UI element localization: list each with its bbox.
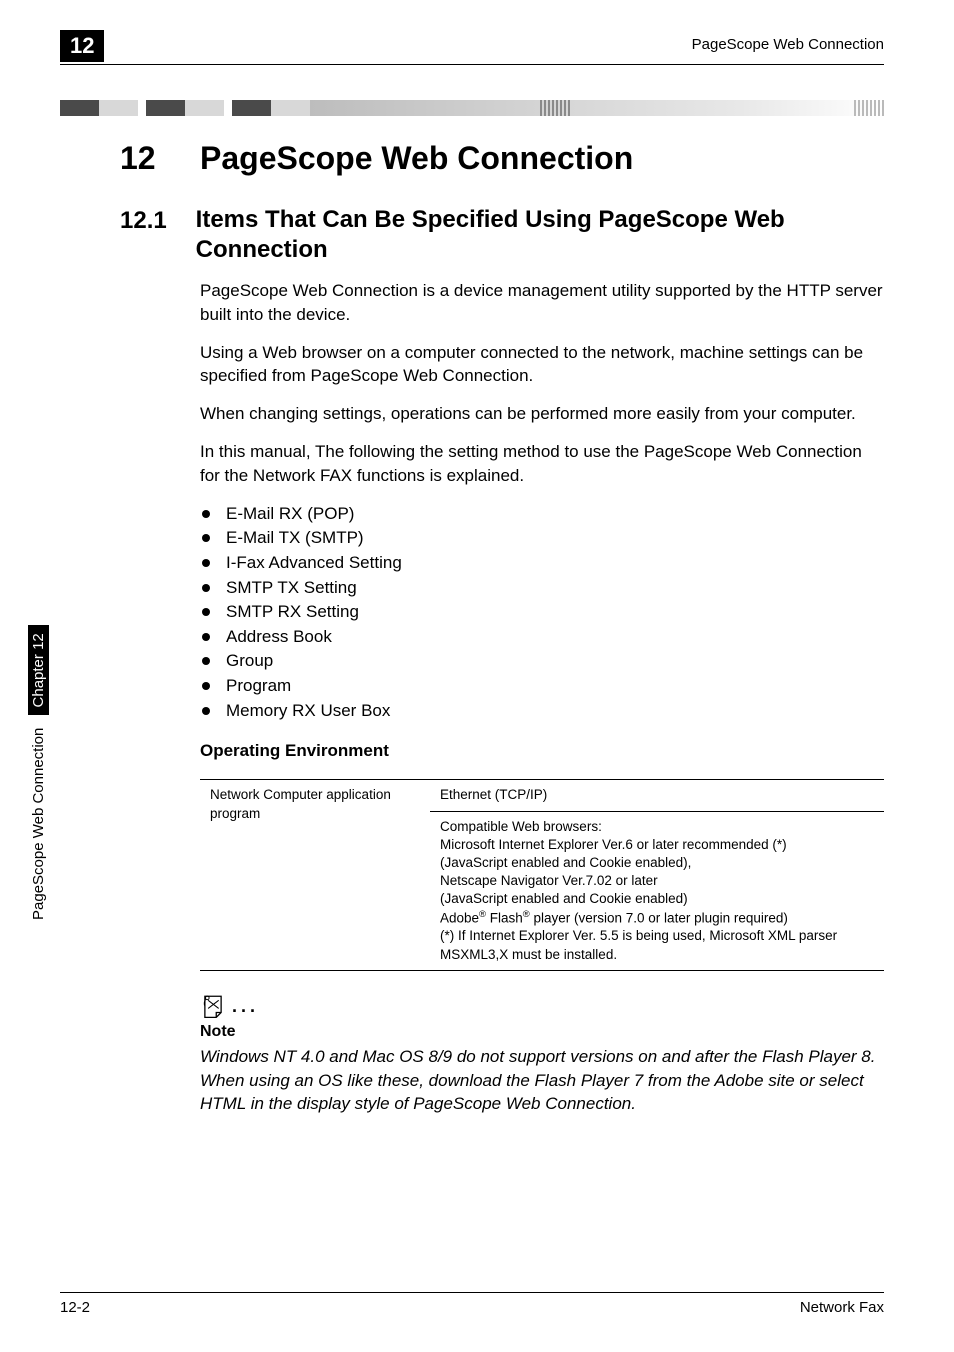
heading1-number: 12 bbox=[120, 140, 200, 177]
footer-doc: Network Fax bbox=[800, 1299, 884, 1316]
side-label-chapter: Chapter 12 bbox=[28, 625, 49, 715]
environment-table: Network Computer application program Eth… bbox=[200, 779, 884, 970]
list-item: Address Book bbox=[200, 625, 884, 650]
list-item: Group bbox=[200, 649, 884, 674]
list-item: SMTP TX Setting bbox=[200, 576, 884, 601]
note-body: Windows NT 4.0 and Mac OS 8/9 do not sup… bbox=[200, 1045, 884, 1116]
table-cell-left: Network Computer application program bbox=[200, 780, 430, 970]
paragraph: Using a Web browser on a computer connec… bbox=[200, 341, 884, 389]
list-item: Program bbox=[200, 674, 884, 699]
paragraph: When changing settings, operations can b… bbox=[200, 402, 884, 426]
note-block: ... Note Windows NT 4.0 and Mac OS 8/9 d… bbox=[200, 993, 884, 1116]
note-heading: Note bbox=[200, 1023, 884, 1041]
subheading-operating-environment: Operating Environment bbox=[200, 741, 884, 761]
list-item: Memory RX User Box bbox=[200, 699, 884, 724]
table-cell-right-2: Compatible Web browsers:Microsoft Intern… bbox=[430, 811, 884, 970]
note-icon bbox=[200, 993, 226, 1019]
paragraph: PageScope Web Connection is a device man… bbox=[200, 279, 884, 327]
side-label-text: PageScope Web Connection bbox=[30, 728, 47, 920]
heading2-title: Items That Can Be Specified Using PageSc… bbox=[196, 205, 884, 265]
heading2-number: 12.1 bbox=[120, 205, 196, 235]
paragraph: In this manual, The following the settin… bbox=[200, 440, 884, 488]
heading1-title: PageScope Web Connection bbox=[200, 140, 633, 177]
list-item: I-Fax Advanced Setting bbox=[200, 551, 884, 576]
chapter-badge: 12 bbox=[60, 30, 104, 62]
list-item: E-Mail TX (SMTP) bbox=[200, 526, 884, 551]
side-label: PageScope Web Connection Chapter 12 bbox=[28, 625, 49, 920]
note-dots: ... bbox=[232, 996, 259, 1019]
running-header: PageScope Web Connection bbox=[692, 36, 884, 53]
list-item: SMTP RX Setting bbox=[200, 600, 884, 625]
list-item: E-Mail RX (POP) bbox=[200, 502, 884, 527]
decorative-bar bbox=[0, 100, 954, 116]
footer-page: 12-2 bbox=[60, 1299, 90, 1316]
header-rule bbox=[60, 64, 884, 65]
table-cell-right-1: Ethernet (TCP/IP) bbox=[430, 780, 884, 811]
